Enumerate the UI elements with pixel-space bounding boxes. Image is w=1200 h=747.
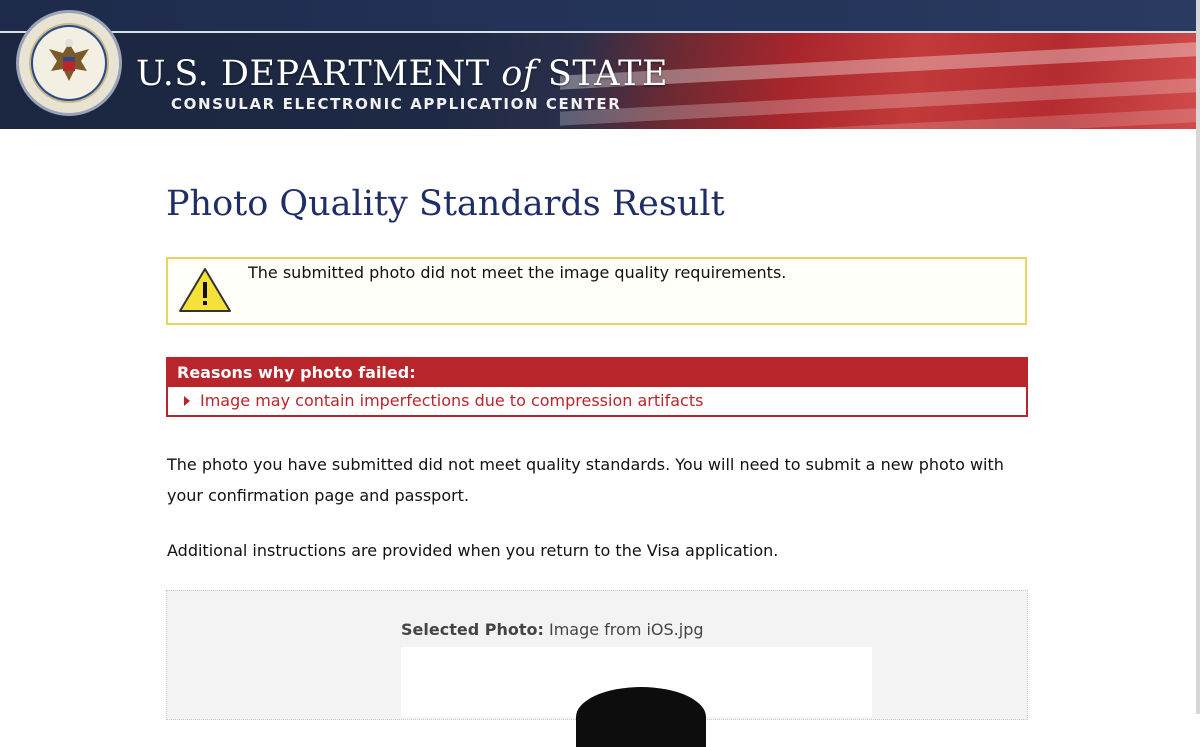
vertical-scrollbar[interactable] <box>1196 0 1200 714</box>
additional-instructions: Additional instructions are provided whe… <box>167 541 779 560</box>
department-subtitle: CONSULAR ELECTRONIC APPLICATION CENTER <box>171 95 622 113</box>
header-banner: U.S. DEPARTMENT of STATE CONSULAR ELECTR… <box>0 0 1196 129</box>
reason-text: Image may contain imperfections due to c… <box>200 391 704 410</box>
reason-item: Image may contain imperfections due to c… <box>168 387 1026 415</box>
warning-box: The submitted photo did not meet the ima… <box>166 257 1027 325</box>
selected-photo-caption: Selected Photo: Image from iOS.jpg <box>401 620 704 639</box>
instruction-paragraph: The photo you have submitted did not mee… <box>167 455 1004 505</box>
department-of: of <box>501 54 537 94</box>
photo-subject-hair <box>576 687 706 747</box>
reasons-heading: Reasons why photo failed: <box>168 359 1026 387</box>
warning-triangle-icon <box>179 268 231 312</box>
reasons-box: Reasons why photo failed: Image may cont… <box>166 357 1028 417</box>
page-title: Photo Quality Standards Result <box>166 184 725 224</box>
department-name: U.S. DEPARTMENT of STATE <box>136 54 668 94</box>
selected-photo-filename: Image from iOS.jpg <box>548 620 704 639</box>
state-department-seal-icon[interactable] <box>16 10 122 116</box>
department-state: STATE <box>547 54 669 94</box>
triangle-bullet-icon <box>184 396 190 406</box>
warning-message: The submitted photo did not meet the ima… <box>248 263 787 282</box>
department-main: U.S. DEPARTMENT <box>136 54 490 94</box>
eagle-icon <box>49 39 89 81</box>
selected-photo-label: Selected Photo: <box>401 620 544 639</box>
selected-photo-image <box>401 647 872 747</box>
banner-top-strip <box>0 0 1196 33</box>
